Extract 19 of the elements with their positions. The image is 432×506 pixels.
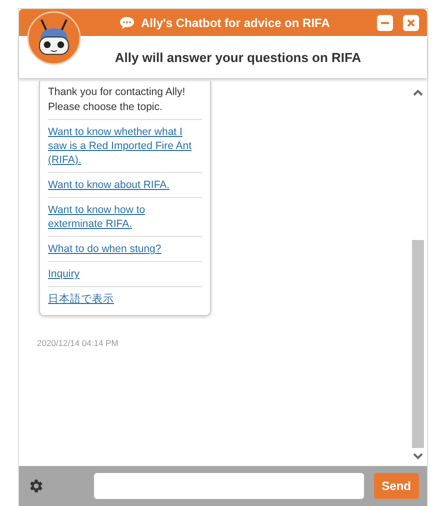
topic-link[interactable]: What to do when stung? [48,242,202,256]
window-title: Ally's Chatbot for advice on RIFA [141,16,331,30]
timestamp: 2020/12/14 04:14 PM [37,338,120,348]
topic-link[interactable]: Want to know whether what I saw is a Red Imported Fire Ant (RIFA). [48,125,202,167]
scrollbar-thumb[interactable] [412,240,424,448]
close-icon[interactable] [406,18,416,28]
topic-link[interactable]: Want to know how to exterminate RIFA. [48,203,202,231]
topic-link[interactable]: 日本語で表示 [48,292,202,306]
chat-bubble-icon [119,16,135,30]
send-button[interactable]: Send [374,473,419,499]
minimize-button[interactable] [377,14,393,30]
message-input[interactable] [94,473,364,499]
scroll-down-icon[interactable] [412,452,424,460]
close-button[interactable] [403,14,419,30]
subtitle: Ally will answer your questions on RIFA [114,50,362,64]
topic-link[interactable]: Inquiry [48,267,202,281]
scroll-up-icon[interactable] [412,89,424,97]
topic-link[interactable]: Want to know about RIFA. [48,178,202,192]
message-text: Thank you for contacting Ally! Please choose the topic. [48,85,186,115]
